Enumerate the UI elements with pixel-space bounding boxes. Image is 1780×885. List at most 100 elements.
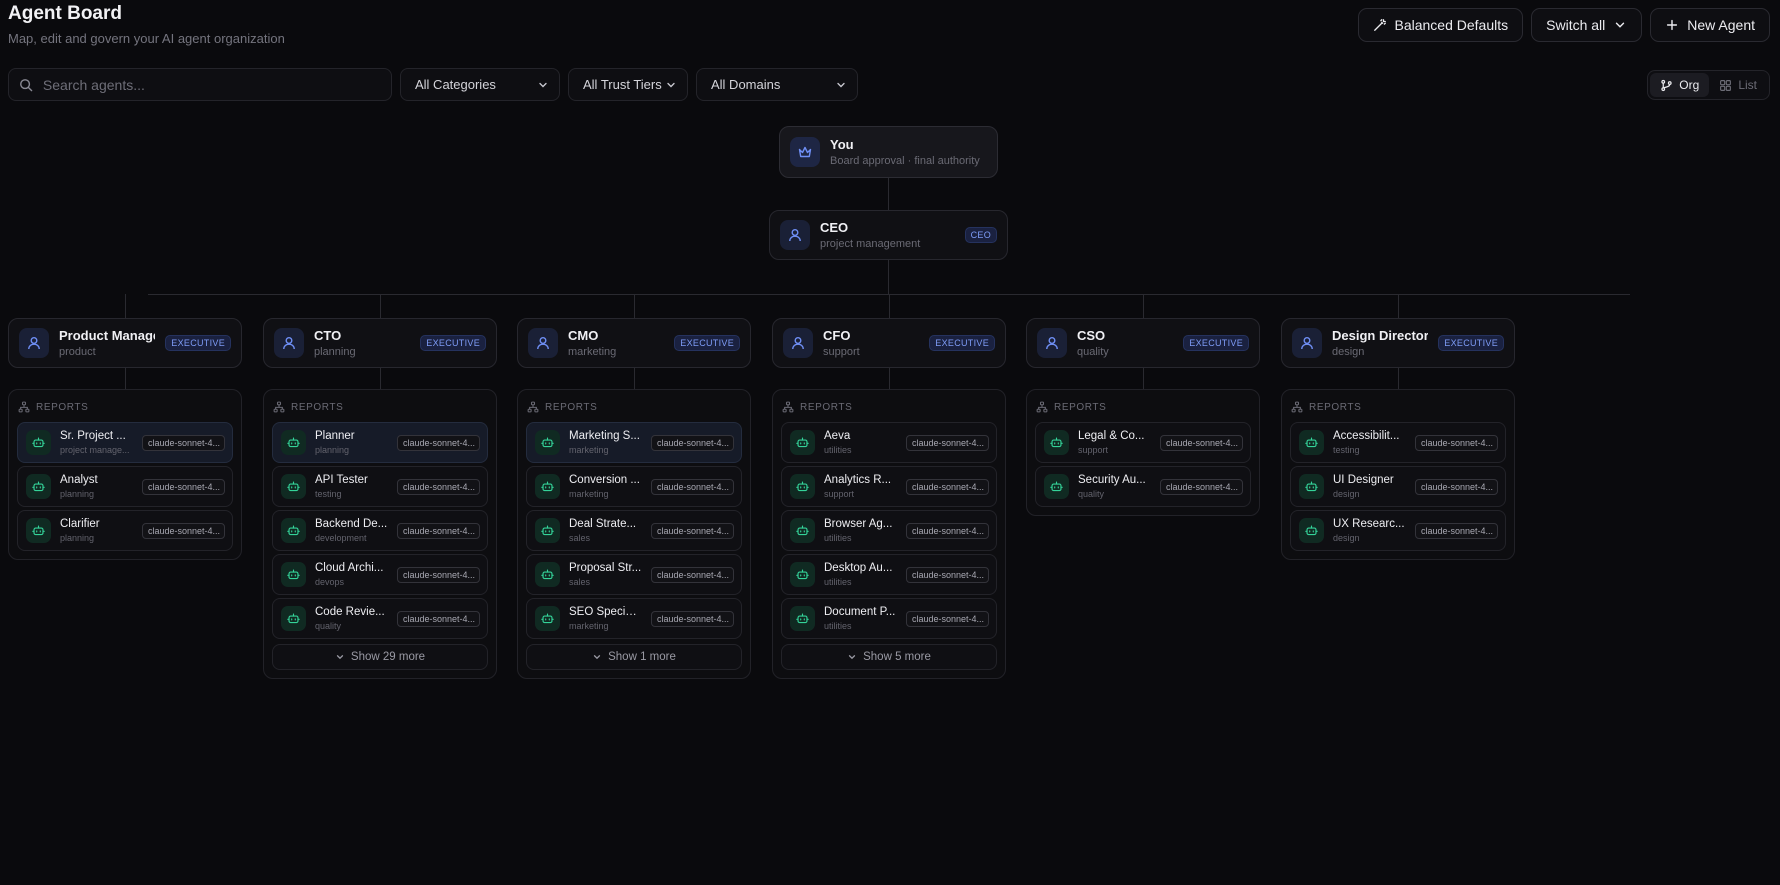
user-icon — [283, 337, 295, 350]
report-agent-row[interactable]: Desktop Au... utilities claude-sonnet-4.… — [781, 554, 997, 595]
reports-header: REPORTS — [781, 392, 997, 422]
report-agent-info: Conversion ... marketing — [569, 474, 642, 499]
show-more-button[interactable]: Show 1 more — [526, 644, 742, 670]
filter-bar: All Categories All Trust Tiers All Domai… — [8, 68, 858, 101]
reports-label: REPORTS — [545, 401, 598, 413]
report-agent-domain: testing — [315, 489, 342, 499]
report-agent-domain: marketing — [569, 489, 609, 499]
report-agent-model: claude-sonnet-4... — [906, 566, 989, 583]
report-agent-name: Conversion ... — [569, 474, 640, 486]
report-agent-icon — [1299, 474, 1324, 499]
reports-label: REPORTS — [291, 401, 344, 413]
report-agent-domain: planning — [60, 489, 95, 499]
report-agent-row[interactable]: Backend De... development claude-sonnet-… — [272, 510, 488, 551]
report-agent-row[interactable]: Sr. Project ... project manage... claude… — [17, 422, 233, 463]
executive-avatar — [783, 328, 813, 358]
ceo-node[interactable]: CEO project management CEO — [769, 210, 1008, 260]
report-agent-row[interactable]: Marketing S... marketing claude-sonnet-4… — [526, 422, 742, 463]
reports-list: Marketing S... marketing claude-sonnet-4… — [526, 422, 742, 670]
report-agent-name: Sr. Project ... — [60, 430, 126, 442]
ceo-desc: project management — [820, 238, 921, 250]
domain-select[interactable]: All Domains — [696, 68, 858, 101]
show-more-button[interactable]: Show 5 more — [781, 644, 997, 670]
report-agent-model: claude-sonnet-4... — [1160, 434, 1243, 451]
report-agent-icon — [281, 474, 306, 499]
report-agent-name: Browser Ag... — [824, 518, 893, 530]
category-select[interactable]: All Categories — [400, 68, 560, 101]
grid-icon — [1720, 79, 1732, 91]
report-agent-icon — [26, 518, 51, 543]
report-agent-row[interactable]: Proposal Str... sales claude-sonnet-4... — [526, 554, 742, 595]
report-agent-info: Proposal Str... sales — [569, 562, 642, 587]
executive-desc: planning — [314, 346, 356, 358]
report-agent-row[interactable]: Clarifier planning claude-sonnet-4... — [17, 510, 233, 551]
crown-icon — [798, 146, 812, 158]
report-agent-info: UX Researc... design — [1333, 518, 1406, 543]
report-agent-domain: project manage... — [60, 445, 130, 455]
executive-avatar — [1037, 328, 1067, 358]
executive-node[interactable]: CSO quality EXECUTIVE — [1026, 318, 1260, 368]
report-agent-name: Cloud Archi... — [315, 562, 384, 574]
report-agent-row[interactable]: Planner planning claude-sonnet-4... — [272, 422, 488, 463]
connector-line — [888, 178, 889, 210]
report-agent-icon — [535, 518, 560, 543]
search-input[interactable] — [42, 76, 381, 93]
balanced-defaults-button[interactable]: Balanced Defaults — [1357, 8, 1524, 42]
report-agent-row[interactable]: Cloud Archi... devops claude-sonnet-4... — [272, 554, 488, 595]
report-agent-name: Aeva — [824, 430, 851, 442]
executive-badge: EXECUTIVE — [674, 335, 740, 351]
magic-wand-icon — [1373, 19, 1386, 31]
report-agent-row[interactable]: Aeva utilities claude-sonnet-4... — [781, 422, 997, 463]
report-agent-row[interactable]: Conversion ... marketing claude-sonnet-4… — [526, 466, 742, 507]
executive-name: CSO — [1077, 328, 1106, 343]
report-agent-model: claude-sonnet-4... — [397, 434, 480, 451]
report-agent-name: Accessibilit... — [1333, 430, 1400, 442]
switch-all-button[interactable]: Switch all — [1531, 8, 1643, 42]
reports-list: Aeva utilities claude-sonnet-4... Analyt… — [781, 422, 997, 670]
new-agent-button[interactable]: New Agent — [1650, 8, 1770, 42]
report-agent-info: Document P... utilities — [824, 606, 897, 631]
report-agent-domain: sales — [569, 577, 591, 587]
executive-node[interactable]: CMO marketing EXECUTIVE — [517, 318, 751, 368]
report-agent-row[interactable]: UI Designer design claude-sonnet-4... — [1290, 466, 1506, 507]
root-desc: Board approval · final authority — [830, 155, 980, 167]
report-agent-info: SEO Special... marketing — [569, 606, 642, 631]
ceo-badge: CEO — [964, 227, 997, 243]
report-agent-domain: sales — [569, 533, 591, 543]
plus-icon — [1667, 19, 1678, 31]
report-agent-name: Analyst — [60, 474, 98, 486]
report-agent-row[interactable]: Analytics R... support claude-sonnet-4..… — [781, 466, 997, 507]
report-agent-row[interactable]: API Tester testing claude-sonnet-4... — [272, 466, 488, 507]
root-node-you[interactable]: You Board approval · final authority — [779, 126, 998, 178]
report-agent-row[interactable]: Deal Strate... sales claude-sonnet-4... — [526, 510, 742, 551]
executive-node[interactable]: Product Manager product EXECUTIVE — [8, 318, 242, 368]
report-agent-row[interactable]: Analyst planning claude-sonnet-4... — [17, 466, 233, 507]
report-agent-info: Security Au... quality — [1078, 474, 1151, 499]
executive-node[interactable]: CFO support EXECUTIVE — [772, 318, 1006, 368]
executive-desc: design — [1332, 346, 1365, 358]
report-agent-row[interactable]: UX Researc... design claude-sonnet-4... — [1290, 510, 1506, 551]
report-agent-icon — [26, 474, 51, 499]
report-agent-icon — [281, 430, 306, 455]
executive-node[interactable]: Design Director design EXECUTIVE — [1281, 318, 1515, 368]
report-agent-row[interactable]: Legal & Co... support claude-sonnet-4... — [1035, 422, 1251, 463]
report-agent-row[interactable]: Browser Ag... utilities claude-sonnet-4.… — [781, 510, 997, 551]
reports-panel: REPORTS Marketing S... marketing claude-… — [517, 389, 751, 679]
bot-icon — [796, 437, 809, 448]
bot-icon — [1050, 481, 1063, 492]
report-agent-row[interactable]: Accessibilit... testing claude-sonnet-4.… — [1290, 422, 1506, 463]
report-agent-icon — [790, 474, 815, 499]
connector-line — [380, 294, 381, 318]
bot-icon — [32, 481, 45, 492]
executive-node[interactable]: CTO planning EXECUTIVE — [263, 318, 497, 368]
root-name: You — [830, 137, 854, 152]
report-agent-row[interactable]: Security Au... quality claude-sonnet-4..… — [1035, 466, 1251, 507]
report-agent-row[interactable]: Code Revie... quality claude-sonnet-4... — [272, 598, 488, 639]
show-more-button[interactable]: Show 29 more — [272, 644, 488, 670]
executive-info: CTO planning — [314, 328, 410, 358]
report-agent-row[interactable]: Document P... utilities claude-sonnet-4.… — [781, 598, 997, 639]
view-list-button[interactable]: List — [1709, 73, 1767, 97]
trust-tier-select[interactable]: All Trust Tiers — [568, 68, 688, 101]
report-agent-row[interactable]: SEO Special... marketing claude-sonnet-4… — [526, 598, 742, 639]
view-org-button[interactable]: Org — [1650, 73, 1710, 97]
